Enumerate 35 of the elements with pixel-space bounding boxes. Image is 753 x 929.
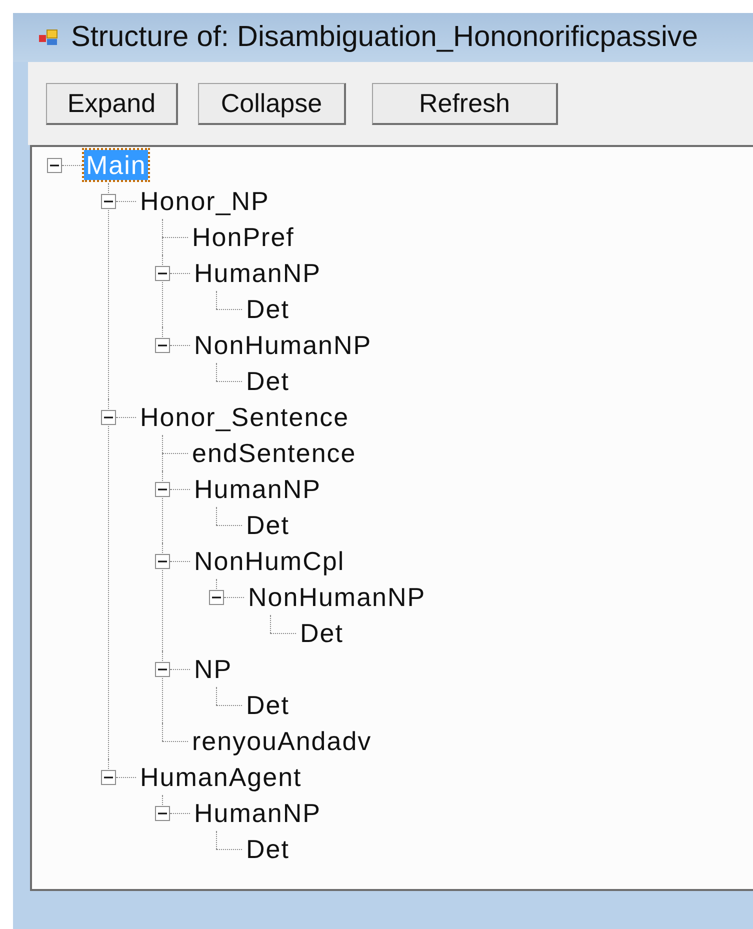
tree-node[interactable]: HumanAgent [138,762,304,792]
collapse-toggle[interactable] [209,590,224,604]
tree-node[interactable]: Det [298,618,346,648]
window-title: Structure of: Disambiguation_Hononorificpassive [71,20,698,55]
collapse-toggle[interactable] [155,266,170,280]
toolbar-button[interactable]: Expand [46,82,178,124]
toolbar-button[interactable]: Refresh [372,82,558,124]
collapse-toggle[interactable] [155,338,170,352]
tree-node[interactable]: Det [244,510,292,540]
tree-node[interactable]: Det [244,366,292,396]
tree-node[interactable]: NonHumCpl [192,546,347,576]
tree-node[interactable]: Det [244,690,292,720]
collapse-toggle[interactable] [155,554,170,568]
collapse-toggle[interactable] [101,194,116,208]
collapse-toggle[interactable] [155,806,170,820]
tree-node[interactable]: endSentence [190,438,358,468]
tree-node[interactable]: HumanNP [192,798,323,828]
tree-node[interactable]: NonHumanNP [246,582,428,612]
tree-node[interactable]: Det [244,294,292,324]
collapse-toggle[interactable] [101,410,116,424]
tree-node[interactable]: NonHumanNP [192,330,374,360]
tree-node[interactable]: HumanNP [192,258,323,288]
tree-node[interactable]: renyouAndadv [190,726,374,756]
collapse-toggle[interactable] [155,662,170,676]
tree-node[interactable]: NP [192,654,234,684]
tree-node[interactable]: HumanNP [192,474,323,504]
tree-node[interactable]: HonPref [190,222,296,252]
collapse-toggle[interactable] [101,770,116,784]
tree-node[interactable]: Honor_NP [138,186,272,216]
tree-node[interactable]: Det [244,834,292,864]
collapse-toggle[interactable] [155,482,170,496]
window-icon [39,28,59,46]
tree-node[interactable]: Honor_Sentence [138,402,352,432]
toolbar-button[interactable]: Collapse [198,82,346,124]
collapse-toggle[interactable] [47,158,62,172]
